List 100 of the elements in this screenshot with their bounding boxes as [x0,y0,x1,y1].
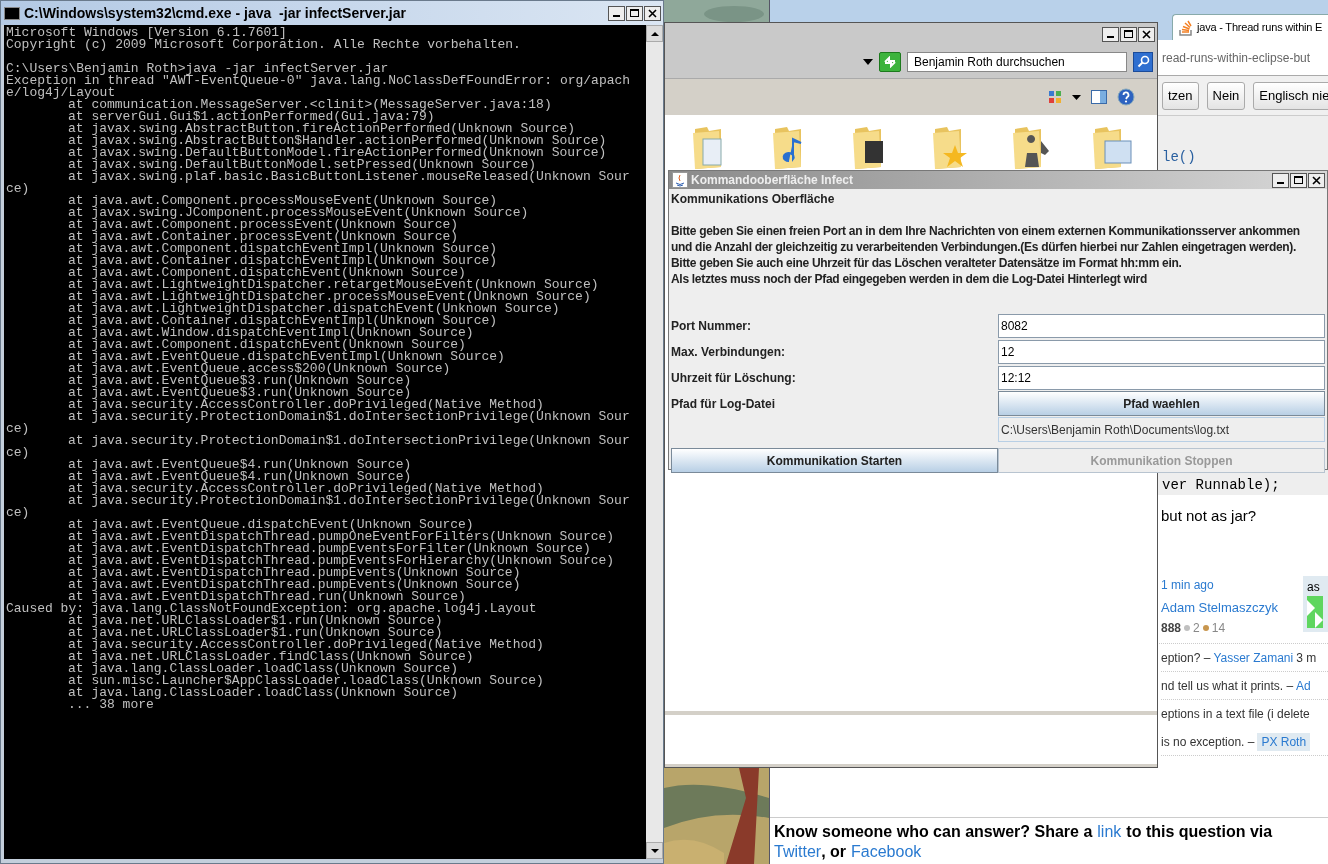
translate-button[interactable]: Nein [1206,81,1246,110]
field-label: Pfad für Log-Datei [671,395,776,413]
console-line: at javax.swing.JComponent.processMouseEvent(Unknown Source) [67,207,530,219]
text-field[interactable]: 8082 [998,313,1325,338]
translate-button[interactable]: Englisch nie [1253,81,1328,110]
text-field[interactable]: 12 [998,339,1325,364]
minimize-button[interactable] [608,5,625,21]
console-line: at java.security.ProtectionDomain$1.doIntersectionPrivilege(Unknown Sour [67,435,631,447]
console-line: at serverGui.Gui$1.actionPerformed(Gui.java:79) [67,111,435,123]
console-line: at java.awt.EventDispatchThread.run(Unknown Source) [68,591,466,603]
comment-author-link[interactable]: Yasser Zamani [1213,648,1294,667]
comment-text: eption? – [1161,649,1211,667]
comment-text: eptions in a text file (i delete [1161,706,1310,723]
badge-icon [1184,625,1191,631]
refresh-button[interactable] [879,51,901,72]
share-text: Know someone who can answer? Share a [774,822,1093,842]
choose-path-button[interactable]: Pfad waehlen [998,391,1325,416]
asked-time: 1 min ago [1161,576,1215,594]
field-label: Max. Verbindungen: [671,343,786,361]
share-link[interactable]: link [1097,822,1122,842]
console-line: at java.awt.Window.dispatchEventImpl(Unknown Source) [67,327,474,339]
maximize-button[interactable] [1290,172,1307,188]
search-button[interactable] [1133,51,1153,72]
console-line: e/log4j/Layout [6,87,116,99]
console-line: at java.awt.Container.dispatchEventImpl(Unknown Source) [67,255,499,267]
console-line: at java.lang.ClassLoader.loadClass(Unknown Source) [67,663,459,675]
console-line: at java.awt.Component.dispatchEvent(Unknown Source) [67,339,466,351]
dropdown-caret-icon[interactable] [863,58,873,65]
console-line: at java.awt.EventQueue$4.run(Unknown Source) [67,471,412,483]
console-line: at java.awt.EventDispatchThread.pumpEventsForFilter(Unknown Source) [67,543,591,555]
badge-count: 2 [1193,620,1200,637]
close-button[interactable] [1308,172,1325,188]
field-label: Port Nummer: [671,317,752,335]
share-link[interactable]: Twitter [774,842,822,862]
code-line: le() [1162,149,1197,165]
comment-author-link[interactable]: Ad [1296,676,1311,695]
console-line: at java.security.ProtectionDomain$1.doIntersectionPrivilege(Unknown Sour [67,495,631,507]
console-line: at java.awt.Component.processEvent(Unknown Source) [67,219,459,231]
view-options-icon[interactable] [1048,90,1062,104]
console-line: at java.security.AccessController.doPrivileged(Native Method) [67,399,544,411]
start-button[interactable]: Kommunikation Starten [671,448,998,473]
console-line: at java.awt.EventQueue$4.run(Unknown Source) [67,459,413,471]
preview-pane-icon[interactable] [1091,90,1107,104]
browser-tab[interactable]: java - Thread runs within E [1172,14,1328,40]
console-line: at java.awt.Container.dispatchEventImpl(Unknown Source) [67,315,499,327]
instructions: Bitte geben Sie einen freien Port an in dem Ihre Nachrichten von einem externen Kommunikationsserver ankommen und die Anzahl der gleichzeitig zu verarbeitenden Verbindungen.(Es dürfen hierbei nur Zahlen eingetragen werden). Bitte geben Sie auch eine Uhrzeit für das Löschen veralteter Datensätze im Format hh:mm ein. Als letztes muss noch der Pfad eingegeben werden in dem die Log-Datei Hinterlegt wird [671,223,1301,287]
java-icon [672,172,688,188]
scrollbar[interactable] [646,25,663,859]
console-line: at java.awt.EventDispatchThread.pumpEvents(Unknown Source) [67,567,521,579]
console-line: Caused by: java.lang.ClassNotFoundException: org.apache.log4j.Layout [6,603,538,615]
translate-button[interactable]: tzen [1162,81,1199,110]
console-line: at java.security.AccessController.doPrivileged(Native Method) [67,639,545,651]
close-button[interactable] [1138,26,1155,42]
console-line: at java.awt.EventQueue.access$200(Unknown Source) [67,363,451,375]
address-bar[interactable]: read-runs-within-eclipse-but [1162,48,1311,67]
console-line: at javax.swing.plaf.basic.BasicButtonListener.mouseReleased(Unknown Sour [67,171,631,183]
console-line: at sun.misc.Launcher$AppClassLoader.loadClass(Unknown Source) [67,675,545,687]
console-line: at javax.swing.DefaultButtonModel.setPressed(Unknown Source) [67,159,537,171]
console-line: at java.awt.LightweightDispatcher.processMouseEvent(Unknown Source) [67,291,591,303]
close-button[interactable] [644,5,661,21]
maximize-button[interactable] [1120,26,1137,42]
search-icon [1136,55,1150,68]
console-line: at java.awt.EventDispatchThread.pumpEvents(Unknown Source) [67,579,522,591]
console-line: at java.awt.EventQueue$3.run(Unknown Source) [67,387,412,399]
owner-label: as [1307,578,1321,596]
console-line: ce) [6,423,31,435]
maximize-button[interactable] [626,5,643,21]
close-icon [648,8,657,18]
user-link[interactable]: Adam Stelmaszczyk [1161,597,1289,617]
console-icon [4,6,20,20]
console-line: at java.awt.EventQueue.dispatchEvent(Unknown Source) [67,519,474,531]
comment-author-link[interactable]: PX Roth [1257,732,1311,751]
minimize-button[interactable] [1102,26,1119,42]
text-field[interactable]: 12:12 [998,365,1325,390]
search-field[interactable]: Benjamin Roth durchsuchen [907,51,1127,72]
identicon [1307,595,1323,628]
console-line: at java.awt.Component.processMouseEvent(Unknown Source) [67,195,498,207]
console-line: at javax.swing.DefaultButtonModel.fireActionPerformed(Unknown Source) [67,147,608,159]
console-line: at java.net.URLClassLoader.findClass(Unknown Source) [67,651,474,663]
minimize-button[interactable] [1272,172,1289,188]
console-line: at java.awt.EventDispatchThread.pumpOneEventForFilters(Unknown Source) [67,531,616,543]
badge-icon [1202,625,1209,631]
close-icon [1312,175,1321,185]
tab-title: java - Thread runs within E [1197,20,1323,36]
console-line: C:\Users\Benjamin Roth>java -jar infectServer.jar [6,63,389,75]
share-text: , or [821,842,847,862]
console-line: at communication.MessageServer.<clinit>(MessageServer.java:18) [68,99,553,111]
caret-icon[interactable] [1072,94,1081,100]
console-line: at java.security.AccessController.doPrivileged(Native Method) [67,483,544,495]
console-line: at java.net.URLClassLoader$1.run(Unknown Source) [67,627,443,639]
badge-count: 14 [1211,620,1226,637]
console-line: at java.awt.Component.dispatchEvent(Unknown Source) [67,267,466,279]
comment-text: 3 m [1296,649,1317,667]
share-text: to this question via [1126,822,1273,842]
console-line: at javax.swing.AbstractButton.fireActionPerformed(Unknown Source) [67,123,576,135]
share-link[interactable]: Facebook [851,842,922,862]
help-icon[interactable] [1117,88,1135,106]
comment-text: nd tell us what it prints. – [1161,677,1294,695]
comment-text: is no exception. – [1161,733,1255,751]
console-line: Microsoft Windows [Version 6.1.7601] [6,27,287,39]
